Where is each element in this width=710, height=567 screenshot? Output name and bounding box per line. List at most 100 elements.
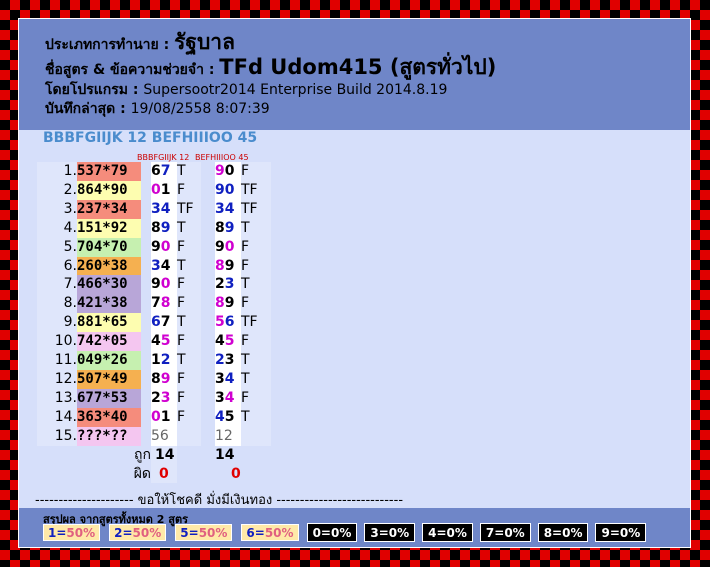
column2-code: BEFHIIIOO 45 <box>195 153 249 162</box>
prediction-1-result: F <box>177 407 201 427</box>
spacer <box>141 200 151 219</box>
bet-number: 864*90 <box>77 180 141 200</box>
prediction-2-digits: 89 <box>215 218 241 238</box>
row-number: 12. <box>37 369 77 389</box>
prediction-2-result: T <box>241 218 271 238</box>
row-number: 5. <box>37 237 77 257</box>
row-number: 11. <box>37 351 77 370</box>
spacer <box>201 200 215 219</box>
prediction-1-digits: 89 <box>151 369 177 389</box>
prediction-1-result: F <box>177 332 201 352</box>
prediction-1-digits: 90 <box>151 237 177 257</box>
table-row: 15. ???*?? 56 12 <box>37 426 271 446</box>
row-number: 8. <box>37 294 77 314</box>
saved-row: บันทึกล่าสุด : 19/08/2558 8:07:39 <box>45 100 690 119</box>
summary-chip: 7=0% <box>479 523 531 542</box>
right-label: ถูก <box>134 446 151 463</box>
bet-number: 421*38 <box>77 294 141 314</box>
digit: 6 <box>151 163 161 179</box>
right-count-1: 14 <box>151 445 177 465</box>
bet-number: 507*49 <box>77 369 141 389</box>
formula-row: ชื่อสูตร & ข้อความช่วยจำ : TFd Udom415 (… <box>45 56 690 81</box>
chip-key: 6= <box>246 526 265 540</box>
row-number: 7. <box>37 275 77 295</box>
digit: 0 <box>151 181 161 198</box>
summary-chip: 1=50% <box>43 524 101 541</box>
prediction-1-digits: 89 <box>151 218 177 238</box>
chip-percent: 0% <box>504 526 525 540</box>
bet-number: 537*79 <box>77 162 141 181</box>
prediction-1-digits: 34 <box>151 256 177 276</box>
table-row: 11. 049*26 12 T 23 T <box>37 351 271 370</box>
spacer <box>141 181 151 200</box>
chip-percent: 50% <box>66 526 96 540</box>
spacer <box>201 313 215 332</box>
digit: 9 <box>224 257 235 274</box>
chip-key: 8= <box>543 526 563 540</box>
bet-number: 151*92 <box>77 218 141 238</box>
prediction-1-digits: 78 <box>151 294 177 314</box>
main-panel: ประเภทการทำนาย : รัฐบาล ชื่อสูตร & ข้อคว… <box>18 18 691 548</box>
summary-chip: 0=0% <box>306 523 358 542</box>
prediction-2-result: F <box>241 294 271 314</box>
summary-chip: 8=0% <box>537 523 589 542</box>
bet-number: 881*65 <box>77 313 141 333</box>
chip-percent: 0% <box>388 526 410 540</box>
digit: 0 <box>160 238 171 255</box>
chip-percent: 0% <box>330 526 352 540</box>
digit: 3 <box>160 389 171 406</box>
prediction-2-digits: 90 <box>215 162 241 181</box>
bet-number: ???*?? <box>77 426 141 446</box>
prediction-2-result: T <box>241 369 271 389</box>
spacer <box>201 257 215 276</box>
digit: 0 <box>224 238 235 255</box>
digit: 5 <box>151 427 160 444</box>
digit: 9 <box>160 370 171 387</box>
digit: 1 <box>215 427 224 444</box>
prediction-1-digits: 01 <box>151 407 177 427</box>
table-row: 13. 677*53 23 F 34 F <box>37 388 271 408</box>
row-number: 9. <box>37 313 77 333</box>
row-number: 2. <box>37 180 77 200</box>
prediction-2-result: F <box>241 388 271 408</box>
digit: 8 <box>160 295 171 312</box>
digit: 9 <box>151 238 161 255</box>
prediction-2-digits: 89 <box>215 256 241 276</box>
digit: 4 <box>160 200 171 217</box>
prediction-1-result: T <box>177 162 201 181</box>
prediction-1-result: F <box>177 180 201 200</box>
digit: 9 <box>224 295 235 312</box>
table-row: 10. 742*05 45 F 45 F <box>37 332 271 352</box>
prediction-1-result: F <box>177 294 201 314</box>
spacer <box>141 257 151 276</box>
digit: 4 <box>215 333 225 350</box>
prediction-1-digits: 67 <box>151 162 177 181</box>
digit: 2 <box>160 352 171 369</box>
digit: 4 <box>160 257 171 274</box>
prediction-2-result: T <box>241 407 271 427</box>
row-number: 10. <box>37 332 77 352</box>
spacer <box>201 427 215 446</box>
table-row: 8. 421*38 78 F 89 F <box>37 294 271 314</box>
digit: 6 <box>151 314 161 331</box>
chip-key: 7= <box>485 526 505 540</box>
program-label: โดยโปรแกรม : <box>45 82 139 98</box>
prediction-1-result: F <box>177 369 201 389</box>
digit: 2 <box>223 427 233 444</box>
prediction-2-digits: 34 <box>215 199 241 219</box>
digit: 8 <box>151 370 161 387</box>
digit: 8 <box>215 257 225 274</box>
digit: 3 <box>224 352 235 369</box>
prediction-1-result: F <box>177 237 201 257</box>
prediction-1-digits: 90 <box>151 275 177 295</box>
prediction-2-result: TF <box>241 313 271 333</box>
prediction-2-digits: 89 <box>215 294 241 314</box>
spacer <box>141 408 151 427</box>
digit: 6 <box>159 427 169 444</box>
digit: 5 <box>160 333 171 350</box>
spacer <box>201 370 215 389</box>
digit: 5 <box>215 314 225 331</box>
prediction-2-digits: 12 <box>215 426 241 446</box>
prediction-2-result: F <box>241 332 271 352</box>
bet-number: 742*05 <box>77 332 141 352</box>
